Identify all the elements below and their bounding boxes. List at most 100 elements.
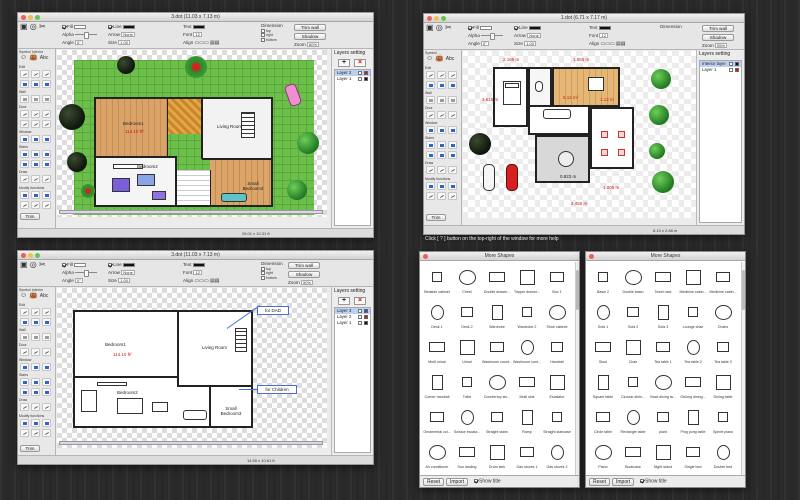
shape-thumbnail-icon[interactable] <box>489 272 505 282</box>
delete-layer-button[interactable]: × <box>354 59 366 67</box>
wall-tool[interactable] <box>20 95 29 103</box>
trim-button[interactable]: Trim <box>20 445 40 452</box>
line-tool[interactable] <box>448 71 457 79</box>
trim-wall-button[interactable]: Trim wall <box>702 25 734 32</box>
trim-button[interactable]: Trim <box>426 214 446 221</box>
text-control[interactable]: Text <box>183 262 205 267</box>
abc-text-tool[interactable]: Abc <box>40 55 49 61</box>
zoom-button[interactable] <box>35 253 40 258</box>
font-control[interactable]: Font 12 <box>183 270 202 276</box>
shape-thumbnail-icon[interactable] <box>520 339 534 355</box>
close-button[interactable] <box>21 15 26 20</box>
symbol-icons[interactable]: ☺ 👜 Abc <box>20 54 49 61</box>
shape-thumbnail-icon[interactable] <box>654 374 672 390</box>
alpha-control[interactable]: Alpha <box>62 32 98 40</box>
close-button[interactable] <box>21 253 26 258</box>
draw-tool[interactable] <box>20 403 29 411</box>
shape-thumbnail-icon[interactable] <box>625 339 641 355</box>
symbol-icons[interactable]: ☺ 👜 Abc <box>426 55 454 62</box>
draw-tool[interactable] <box>31 175 40 183</box>
shape-thumbnail-icon[interactable] <box>549 374 565 390</box>
modify-tool[interactable] <box>437 182 446 190</box>
shape-thumbnail-icon[interactable] <box>519 377 535 387</box>
arrow-control[interactable]: Arrow None <box>514 33 541 39</box>
font-size-value[interactable]: 12 <box>193 270 202 276</box>
shape-thumbnail-icon[interactable] <box>521 409 533 425</box>
size-control[interactable]: Size 1.00 <box>108 40 131 46</box>
window-tool[interactable] <box>448 126 457 134</box>
stairs-tool[interactable] <box>437 141 446 149</box>
line-tool[interactable] <box>31 308 40 316</box>
window-tool[interactable] <box>42 135 51 143</box>
wall-tool[interactable] <box>426 96 435 104</box>
shape-tool[interactable] <box>42 80 51 88</box>
line-toggle[interactable]: Line <box>514 25 541 30</box>
shadow-button[interactable]: Shadow <box>702 34 734 41</box>
callout-for-dad[interactable]: for DAD <box>257 306 289 315</box>
window-tool[interactable] <box>31 363 40 371</box>
stairs-tool[interactable] <box>42 378 51 386</box>
window-tool[interactable] <box>426 126 435 134</box>
shape-thumbnail-icon[interactable] <box>461 307 473 317</box>
show-title-checkbox[interactable]: Show title <box>640 479 667 484</box>
shape-thumbnail-icon[interactable] <box>687 409 699 425</box>
line-tool[interactable] <box>437 71 446 79</box>
zoom-value[interactable]: 95% <box>715 43 728 49</box>
dimension-control[interactable]: Dimension <box>261 261 283 266</box>
shape-tool[interactable] <box>20 80 29 88</box>
drawing-canvas[interactable]: Bedroom1 114.10 ft² Living Room Bedroom2… <box>57 50 327 217</box>
minimize-button[interactable] <box>28 15 33 20</box>
arrow-value[interactable]: None <box>121 270 135 276</box>
font-control[interactable]: Font 12 <box>183 32 202 38</box>
close-button[interactable] <box>589 254 594 259</box>
shape-thumbnail-icon[interactable] <box>686 339 700 355</box>
line-toggle[interactable]: Line <box>108 24 135 29</box>
shape-thumbnail-icon[interactable] <box>685 269 701 285</box>
fill-toggle[interactable]: Fill <box>62 24 87 29</box>
shape-thumbnail-icon[interactable] <box>491 412 503 422</box>
stairs-tool[interactable] <box>42 388 51 396</box>
layer-row[interactable]: Layer 1 <box>700 67 741 73</box>
shape-thumbnail-icon[interactable] <box>519 269 535 285</box>
stairs-tool[interactable] <box>20 150 29 158</box>
modify-tool[interactable] <box>31 429 40 437</box>
shape-tool[interactable] <box>437 81 446 89</box>
title-bar[interactable]: 3.dot (11.03 x 7.13 m) <box>18 13 373 22</box>
modify-tool[interactable] <box>20 191 29 199</box>
stairs-tool[interactable] <box>31 388 40 396</box>
shape-thumbnail-icon[interactable] <box>718 412 728 422</box>
shape-thumbnail-icon[interactable] <box>655 444 671 460</box>
modify-tool[interactable] <box>448 192 457 200</box>
size-control[interactable]: Size 1.00 <box>108 278 131 284</box>
window-tool[interactable] <box>42 363 51 371</box>
draw-tool[interactable] <box>448 166 457 174</box>
trim-button[interactable]: Trim <box>20 213 40 220</box>
trim-wall-button[interactable]: Trim wall <box>294 24 326 31</box>
door-tool[interactable] <box>20 348 29 356</box>
door-tool[interactable] <box>31 348 40 356</box>
add-layer-button[interactable]: + <box>338 59 350 67</box>
wall-tool[interactable] <box>448 96 457 104</box>
size-value[interactable]: 1.00 <box>524 41 537 47</box>
abc-text-tool[interactable]: Abc <box>40 293 49 299</box>
shape-thumbnail-icon[interactable] <box>552 412 562 422</box>
shape-thumbnail-icon[interactable] <box>550 272 564 282</box>
door-tool[interactable] <box>42 120 51 128</box>
wall-tool[interactable] <box>42 333 51 341</box>
shape-thumbnail-icon[interactable] <box>430 412 444 422</box>
angle-value[interactable]: 0° <box>75 278 83 284</box>
horizontal-scrollbar[interactable] <box>59 210 323 214</box>
modify-tool[interactable] <box>426 192 435 200</box>
callout-for-children[interactable]: for Children <box>257 385 297 394</box>
stairs-tool[interactable] <box>42 160 51 168</box>
shape-thumbnail-icon[interactable] <box>429 342 445 352</box>
door-tool[interactable] <box>31 120 40 128</box>
font-size-value[interactable]: 12 <box>193 32 202 38</box>
close-button[interactable] <box>427 16 432 21</box>
angle-control[interactable]: Angle 0° <box>62 278 83 284</box>
zoom-value[interactable]: 80% <box>307 42 320 48</box>
shape-thumbnail-icon[interactable] <box>489 444 505 460</box>
size-value[interactable]: 1.00 <box>118 278 131 284</box>
window-controls[interactable] <box>427 16 446 21</box>
arrow-control[interactable]: Arrow None <box>108 270 135 276</box>
